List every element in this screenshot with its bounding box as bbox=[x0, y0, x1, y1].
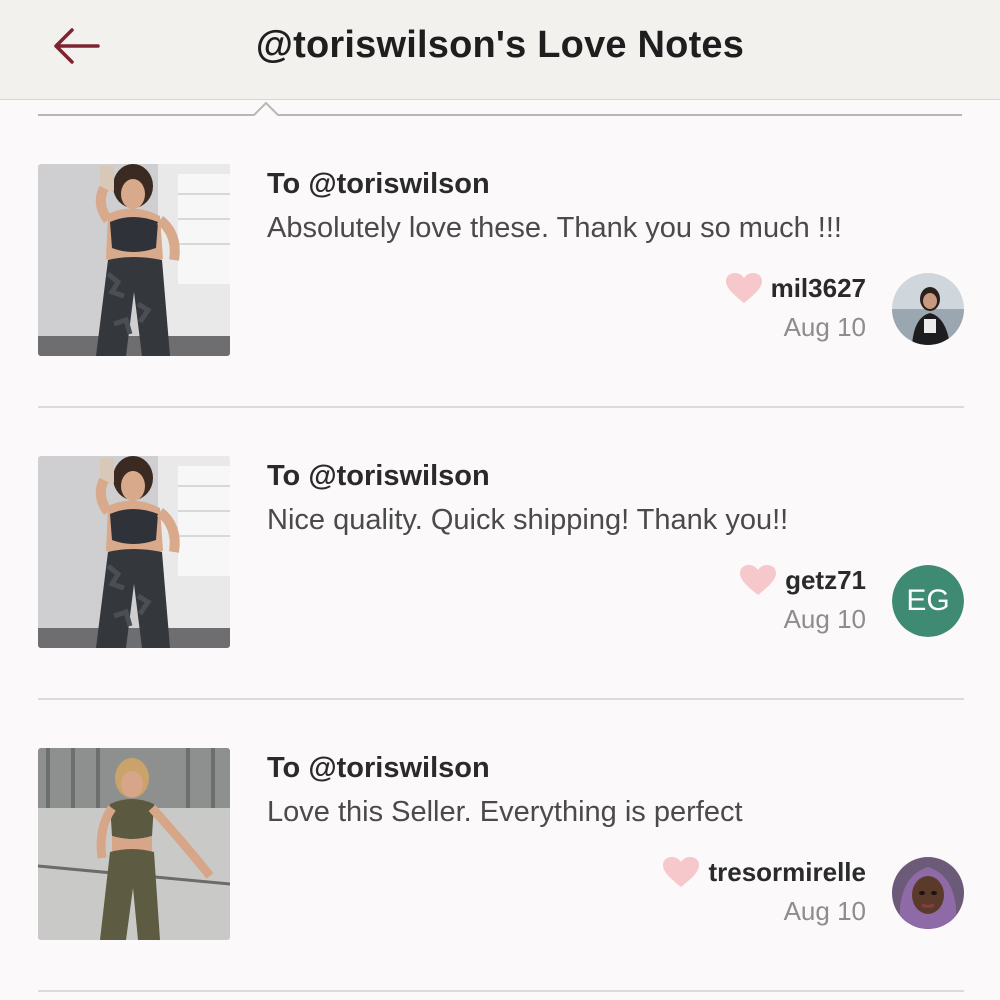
note-message: Nice quality. Quick shipping! Thank you!… bbox=[267, 504, 789, 536]
product-photo-black-camo bbox=[38, 164, 230, 356]
note-meta: tresormirelle Aug 10 bbox=[662, 856, 866, 927]
author-avatar[interactable] bbox=[892, 857, 964, 929]
heart-icon bbox=[725, 273, 762, 303]
author-avatar[interactable]: EG bbox=[892, 565, 964, 637]
note-recipient[interactable]: To @toriswilson bbox=[267, 168, 490, 201]
product-photo-black-camo bbox=[38, 456, 230, 648]
heart-icon bbox=[740, 565, 777, 595]
product-thumbnail[interactable] bbox=[38, 456, 230, 648]
love-note-item: To @toriswilson Love this Seller. Everyt… bbox=[38, 700, 964, 992]
heart-icon bbox=[663, 857, 700, 887]
page-title: @toriswilson's Love Notes bbox=[255, 24, 745, 66]
avatar-initials: EG bbox=[892, 565, 964, 637]
note-date: Aug 10 bbox=[783, 896, 866, 926]
note-author-username[interactable]: tresormirelle bbox=[708, 857, 866, 888]
note-meta: mil3627 Aug 10 bbox=[725, 272, 866, 343]
avatar-photo bbox=[892, 273, 964, 345]
note-date: Aug 10 bbox=[783, 604, 866, 634]
pointer-caret-shape bbox=[38, 101, 962, 116]
love-note-item: To @toriswilson Nice quality. Quick ship… bbox=[38, 408, 964, 700]
note-recipient[interactable]: To @toriswilson bbox=[267, 460, 490, 493]
love-notes-list: To @toriswilson Absolutely love these. T… bbox=[0, 0, 1000, 1000]
product-thumbnail[interactable] bbox=[38, 748, 230, 940]
header-pointer bbox=[0, 100, 1000, 118]
note-recipient[interactable]: To @toriswilson bbox=[267, 752, 490, 785]
product-thumbnail[interactable] bbox=[38, 164, 230, 356]
note-meta: getz71 Aug 10 bbox=[739, 564, 866, 635]
note-author-username[interactable]: mil3627 bbox=[771, 273, 866, 304]
author-avatar[interactable] bbox=[892, 273, 964, 345]
avatar-photo bbox=[892, 857, 964, 929]
note-date: Aug 10 bbox=[783, 312, 866, 342]
note-author-username[interactable]: getz71 bbox=[785, 565, 866, 596]
love-note-item: To @toriswilson Absolutely love these. T… bbox=[38, 116, 964, 408]
top-app-bar: @toriswilson's Love Notes bbox=[0, 0, 1000, 100]
note-message: Absolutely love these. Thank you so much… bbox=[267, 212, 842, 244]
note-message: Love this Seller. Everything is perfect bbox=[267, 796, 743, 828]
product-photo-olive-set bbox=[38, 748, 230, 940]
